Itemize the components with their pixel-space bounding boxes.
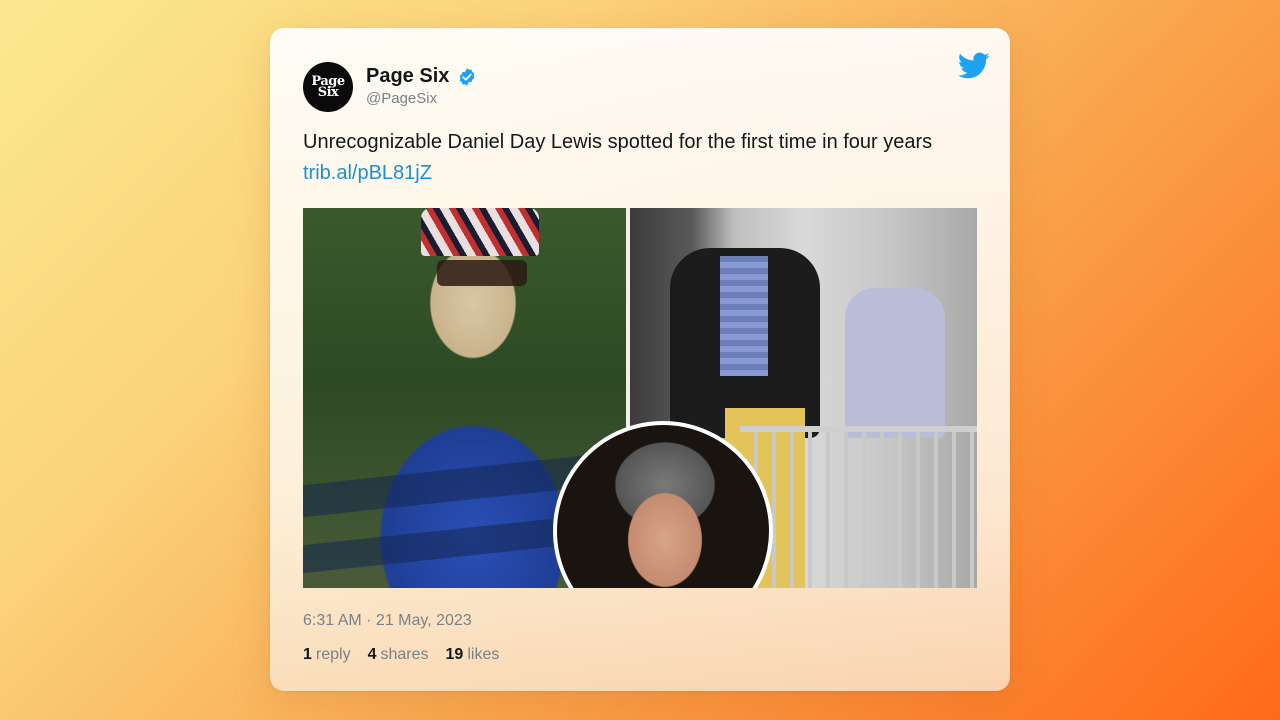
twitter-bird-icon[interactable] bbox=[958, 52, 990, 80]
tweet-link[interactable]: trib.al/pBL81jZ bbox=[303, 162, 432, 185]
tweet-card: Page Six Page Six @PageSix Unrecognizabl… bbox=[270, 28, 1010, 691]
photo-woman bbox=[845, 288, 945, 438]
author-handle[interactable]: @PageSix bbox=[366, 90, 437, 107]
reply-label: reply bbox=[315, 646, 351, 663]
tweet-stats: 1 reply 4 shares 19 likes bbox=[303, 646, 516, 664]
photo-hat-shape bbox=[421, 208, 539, 256]
photo-glasses-shape bbox=[437, 260, 527, 286]
like-count: 19 bbox=[445, 646, 464, 663]
photo-man-shirt bbox=[720, 256, 768, 376]
share-label: shares bbox=[380, 646, 429, 663]
reply-count: 1 bbox=[303, 646, 312, 663]
share-stat[interactable]: 4 shares bbox=[368, 646, 429, 664]
tweet-timestamp[interactable]: 6:31 AM · 21 May, 2023 bbox=[303, 612, 472, 630]
tweet-media[interactable] bbox=[303, 208, 977, 588]
like-stat[interactable]: 19 likes bbox=[446, 646, 500, 664]
photo-fence bbox=[740, 426, 977, 588]
share-count: 4 bbox=[367, 646, 377, 663]
like-label: likes bbox=[467, 646, 500, 663]
tweet-text: Unrecognizable Daniel Day Lewis spotted … bbox=[303, 131, 933, 153]
avatar[interactable]: Page Six bbox=[303, 62, 353, 112]
author-name[interactable]: Page Six bbox=[366, 65, 449, 88]
reply-stat[interactable]: 1 reply bbox=[303, 646, 351, 664]
verified-badge-icon bbox=[460, 67, 475, 86]
avatar-text-line2: Six bbox=[317, 85, 339, 100]
author-name-row: Page Six bbox=[366, 65, 477, 88]
